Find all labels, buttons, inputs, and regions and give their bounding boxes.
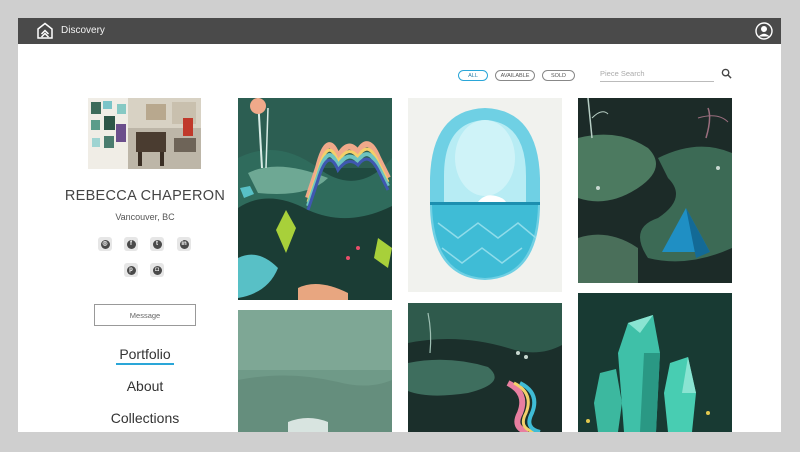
instagram-icon[interactable]: ◘ [150, 263, 164, 277]
linkedin-icon[interactable]: in [177, 237, 191, 251]
filter-sold-button[interactable]: SOLD [542, 70, 575, 81]
availability-filter: ALL AVAILABLE SOLD [458, 70, 575, 81]
user-avatar-icon[interactable] [755, 22, 773, 40]
piece-search-input[interactable]: Piece Search [600, 68, 714, 82]
top-bar: Discovery [18, 18, 781, 44]
twitter-icon[interactable]: t [150, 237, 164, 251]
artwork-tile[interactable] [578, 98, 732, 283]
message-button[interactable]: Message [94, 304, 196, 326]
artwork-tile[interactable] [408, 303, 562, 432]
globe-icon[interactable]: ◎ [98, 237, 112, 251]
profile-photo [88, 98, 201, 169]
pinterest-icon[interactable]: p [124, 263, 138, 277]
house-chevron-icon[interactable] [36, 22, 54, 40]
artwork-tile[interactable] [408, 98, 562, 292]
artist-location: Vancouver, BC [115, 212, 175, 222]
artwork-tile[interactable] [238, 98, 392, 300]
artist-name: REBECCA CHAPERON [64, 188, 226, 204]
artwork-tile[interactable] [578, 293, 732, 432]
artwork-image [238, 310, 392, 432]
artwork-image [238, 98, 392, 300]
nav-collections[interactable]: Collections [48, 410, 242, 426]
artwork-image [578, 98, 732, 283]
magnifier-icon[interactable] [721, 68, 732, 79]
nav-about[interactable]: About [48, 378, 242, 394]
browser-window: Discovery ALL AVAILABLE SOLD Piece Searc… [18, 18, 781, 432]
app-title[interactable]: Discovery [61, 25, 105, 36]
filter-all-button[interactable]: ALL [458, 70, 488, 81]
artwork-image [408, 98, 562, 292]
facebook-icon[interactable]: f [124, 237, 138, 251]
nav-portfolio[interactable]: Portfolio [48, 346, 242, 365]
artwork-image [408, 303, 562, 432]
artwork-tile[interactable] [238, 310, 392, 432]
artwork-image [578, 293, 732, 432]
filter-available-button[interactable]: AVAILABLE [495, 70, 535, 81]
